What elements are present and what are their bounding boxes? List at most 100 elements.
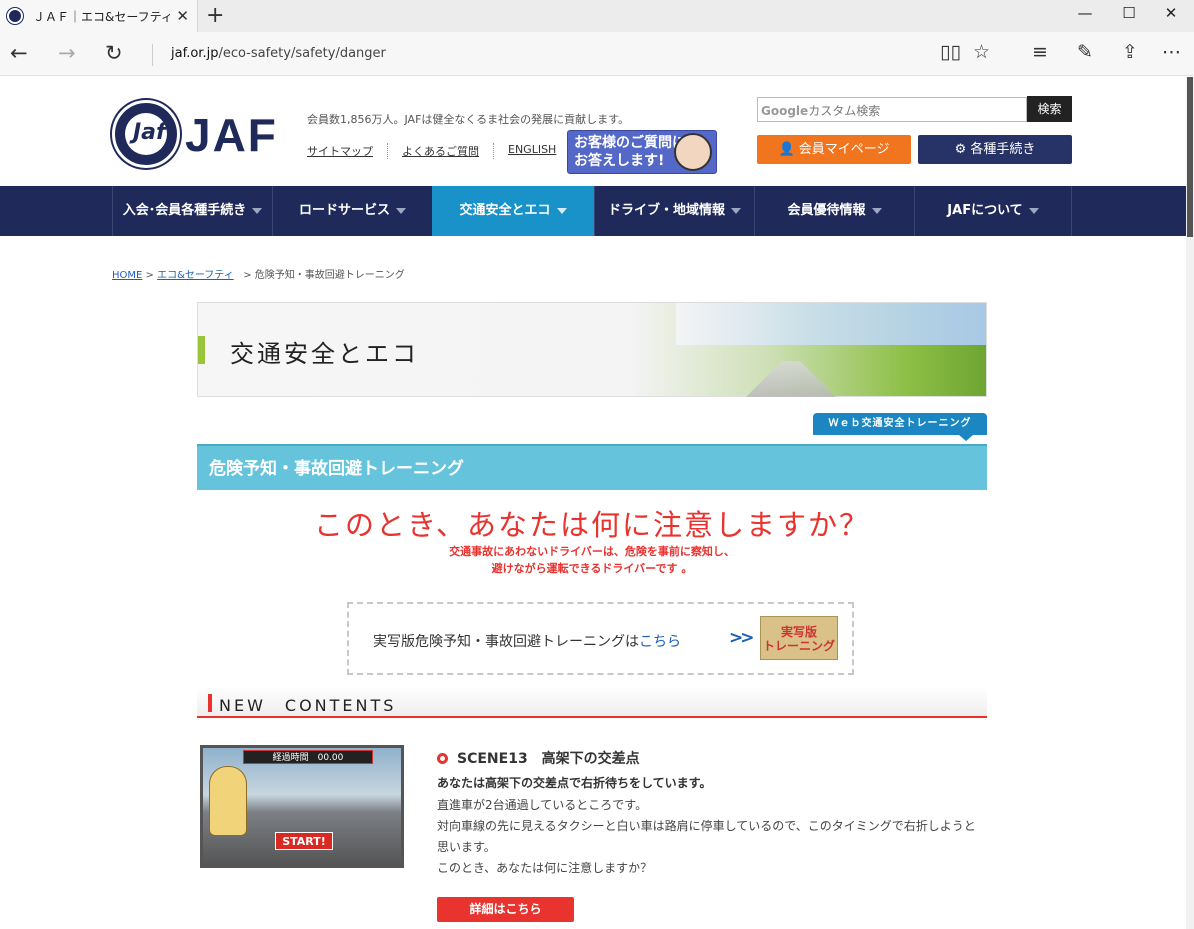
new-contents-accent	[208, 694, 212, 712]
search-placeholder: カスタム検索	[808, 104, 881, 118]
breadcrumb-eco[interactable]: エコ&セーフティ	[157, 270, 234, 281]
browser-tab-bar: ＪＡＦ｜エコ&セーフティ｜ ✕ + — ☐ ✕	[0, 0, 1194, 32]
scene-line: このとき、あなたは何に注意しますか？	[437, 861, 653, 875]
minimize-icon[interactable]: —	[1062, 4, 1108, 22]
nav-safety-eco[interactable]: 交通安全とエコ	[432, 186, 594, 236]
emblem-monogram: Jaf	[133, 120, 166, 145]
header-links: サイトマップ よくあるご質問 ENGLISH	[307, 143, 570, 159]
subtext-line1: 交通事故にあわないドライバーは、危険を事前に察知し、	[449, 545, 735, 558]
nav-drive-info[interactable]: ドライブ・地域情報	[594, 186, 754, 236]
gear-icon: ⚙	[954, 142, 967, 157]
maximize-icon[interactable]: ☐	[1106, 4, 1152, 22]
share-icon[interactable]: ⇪	[1122, 41, 1138, 63]
jaf-favicon-icon	[7, 8, 23, 24]
hub-icon[interactable]: ≡	[1032, 41, 1048, 63]
live-action-training-badge[interactable]: 実写版 トレーニング	[760, 616, 838, 660]
hero-banner: 交通安全とエコ	[197, 302, 987, 397]
search-input[interactable]: Googleカスタム検索	[757, 97, 1027, 122]
scene-lead: あなたは高架下の交差点で右折待ちをしています。	[437, 776, 712, 790]
double-chevron-right-icon: >>	[729, 628, 754, 648]
nav-label: 会員優待情報	[787, 203, 866, 218]
nav-membership[interactable]: 入会･会員各種手続き	[112, 186, 272, 236]
nav-road-service[interactable]: ロードサービス	[272, 186, 432, 236]
favorite-star-icon[interactable]: ☆	[973, 41, 990, 63]
promo-text: 実写版危険予知・事故回避トレーニングはこちら	[373, 631, 681, 651]
new-contents-title: NEW CONTENTS	[219, 696, 397, 715]
live-action-promo[interactable]: 実写版危険予知・事故回避トレーニングはこちら >> 実写版 トレーニング	[347, 602, 854, 675]
new-tab-icon[interactable]: +	[206, 3, 224, 28]
search-button[interactable]: 検索	[1027, 96, 1072, 122]
global-nav: 入会･会員各種手続き ロードサービス 交通安全とエコ ドライブ・地域情報 会員優…	[0, 186, 1186, 236]
badge-top: 実写版	[780, 625, 817, 639]
chevron-down-icon	[1028, 207, 1039, 214]
guide-character-image	[209, 766, 247, 836]
back-arrow-icon[interactable]: ←	[10, 41, 28, 65]
promo-label: 実写版危険予知・事故回避トレーニングは	[373, 634, 639, 650]
subtext-line2: 避けながら運転できるドライバーです 。	[491, 562, 693, 575]
web-note-icon[interactable]: ✎	[1077, 41, 1093, 63]
breadcrumb-current: 危険予知・事故回避トレーニング	[254, 270, 405, 281]
thumb-start-label: START!	[275, 832, 333, 850]
member-mypage-button[interactable]: 👤 会員マイページ	[757, 135, 911, 164]
more-icon[interactable]: ⋯	[1162, 41, 1181, 63]
nav-about-jaf[interactable]: JAFについて	[914, 186, 1072, 236]
chevron-down-icon	[396, 207, 406, 214]
question-subtext: 交通事故にあわないドライバーは、危険を事前に察知し、 避けながら運転できるドライ…	[197, 543, 987, 577]
thumb-timer: 経過時間 00.00	[243, 750, 373, 764]
url-path: /eco-safety/safety/danger	[218, 46, 386, 61]
scene-description: 直進車が2台通過しているところです。 対向車線の先に見えるタクシーと白い車は路肩…	[437, 795, 987, 879]
bullet-circle-icon	[437, 753, 448, 764]
scene-thumbnail[interactable]: 経過時間 00.00 START!	[200, 745, 404, 868]
nav-member-benefits[interactable]: 会員優待情報	[754, 186, 914, 236]
web-training-tag[interactable]: Ｗｅｂ交通安全トレーニング	[813, 413, 987, 441]
breadcrumb-home[interactable]: HOME	[112, 270, 142, 281]
section-title: 危険予知・事故回避トレーニング	[197, 444, 987, 490]
english-link[interactable]: ENGLISH	[493, 143, 570, 159]
scrollbar-thumb[interactable]	[1187, 77, 1193, 237]
chevron-down-icon	[252, 207, 263, 214]
jaf-wordmark[interactable]: JAF	[185, 108, 278, 162]
nav-label: 入会･会員各種手続き	[122, 203, 247, 218]
url-host: jaf.or.jp	[171, 46, 219, 61]
guide-character-icon	[674, 133, 712, 171]
tagline: 会員数1,856万人。JAFは健全なくるま社会の発展に貢献します。	[307, 113, 630, 126]
scene-line: 対向車線の先に見えるタクシーと白い車は路肩に停車しているので、このタイミングで右…	[437, 819, 976, 854]
url-field[interactable]: jaf.or.jp/eco-safety/safety/danger	[152, 44, 386, 66]
qa-banner[interactable]: お客様のご質問に お答えします!	[567, 130, 717, 174]
member-mypage-label: 会員マイページ	[798, 142, 890, 157]
hero-accent-bar	[198, 336, 205, 364]
address-bar: ← → ↻ jaf.or.jp/eco-safety/safety/danger…	[0, 32, 1194, 76]
nav-label: ドライブ・地域情報	[607, 203, 725, 218]
chevron-down-icon	[556, 207, 567, 214]
scene-title[interactable]: SCENE13 高架下の交差点	[457, 748, 640, 768]
procedures-label: 各種手続き	[970, 142, 1036, 157]
refresh-icon[interactable]: ↻	[105, 41, 123, 65]
close-window-icon[interactable]: ✕	[1148, 4, 1194, 22]
details-button[interactable]: 詳細はこちら	[437, 897, 574, 922]
promo-link[interactable]: こちら	[639, 634, 681, 650]
hero-road-image	[746, 361, 836, 397]
nav-label: 交通安全とエコ	[459, 203, 551, 218]
badge-bottom: トレーニング	[762, 639, 835, 653]
page-title: 交通安全とエコ	[230, 340, 419, 368]
nav-label: JAFについて	[947, 203, 1023, 218]
hero-sky-image	[676, 303, 986, 345]
breadcrumb: HOME > エコ&セーフティ > 危険予知・事故回避トレーニング	[112, 270, 405, 281]
browser-tab[interactable]: ＪＡＦ｜エコ&セーフティ｜ ✕	[0, 0, 198, 32]
reading-view-icon[interactable]: ▯▯	[940, 41, 961, 63]
question-heading: このとき、あなたは何に注意しますか？	[314, 508, 870, 542]
close-tab-icon[interactable]: ✕	[176, 7, 189, 25]
procedures-button[interactable]: ⚙ 各種手続き	[918, 135, 1072, 164]
chevron-down-icon	[731, 207, 741, 214]
forward-arrow-icon[interactable]: →	[58, 41, 76, 65]
google-brand: Google	[761, 104, 809, 118]
tab-title: ＪＡＦ｜エコ&セーフティ｜	[33, 9, 173, 24]
chevron-down-icon	[871, 207, 882, 214]
jaf-emblem-icon[interactable]: Jaf	[112, 100, 180, 168]
page-scrollbar[interactable]	[1186, 77, 1194, 929]
faq-link[interactable]: よくあるご質問	[387, 143, 493, 159]
scene-line: 直進車が2台通過しているところです。	[437, 798, 648, 812]
new-contents-header: NEW CONTENTS	[197, 686, 987, 718]
user-icon: 👤	[778, 142, 795, 157]
sitemap-link[interactable]: サイトマップ	[307, 143, 387, 159]
